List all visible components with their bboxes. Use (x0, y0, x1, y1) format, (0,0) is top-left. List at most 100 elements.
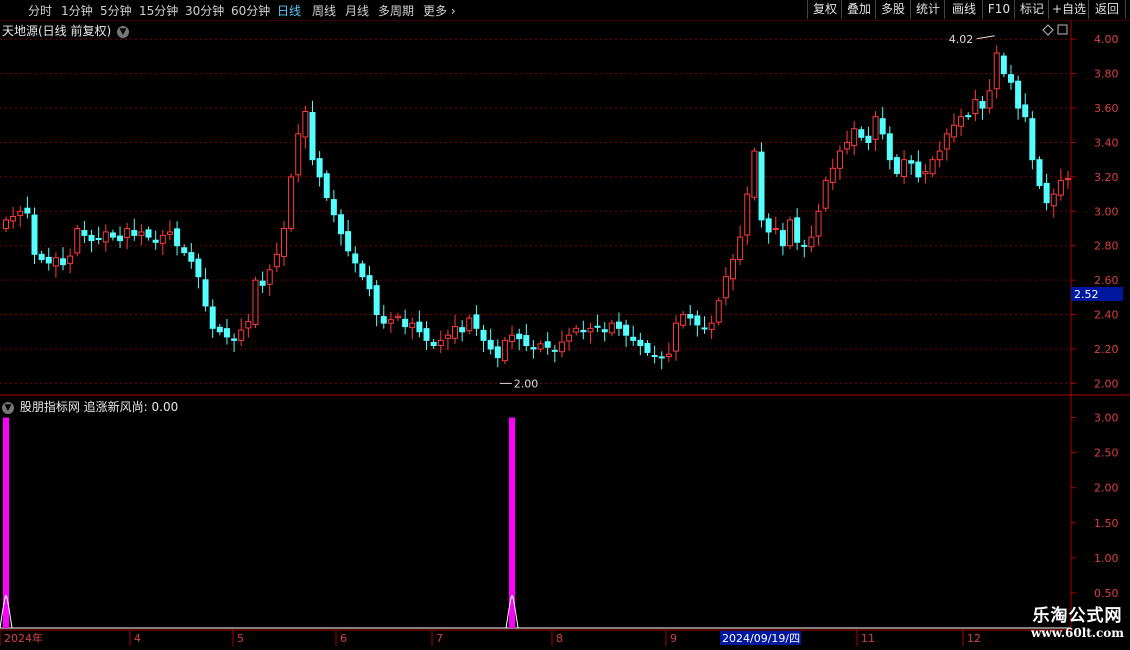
candle-body (88, 234, 95, 242)
candle-body (423, 328, 430, 341)
candle-body (38, 253, 45, 260)
chevron-right-icon: › (450, 4, 456, 18)
y-tick-label: 4.00 (1094, 33, 1119, 46)
candle-body (345, 231, 352, 252)
candle-body (815, 210, 822, 237)
candle-body (922, 171, 929, 175)
period-tab-daily[interactable]: 日线 (277, 2, 301, 19)
chevron-down-icon[interactable]: ▼ (2, 401, 14, 414)
candle-body (473, 314, 480, 329)
statistics-button[interactable]: 统计 (910, 0, 945, 19)
period-tab-fenshi[interactable]: 分时 (28, 2, 52, 19)
high-price-label: 4.02 (949, 33, 974, 46)
candle-body (715, 300, 722, 323)
candle-body (216, 326, 223, 333)
candle-body (452, 326, 459, 339)
back-button[interactable]: 返回 (1088, 0, 1126, 19)
candle-body (836, 150, 843, 169)
indicator-tick-label: 3.00 (1094, 412, 1119, 425)
candle-body (623, 324, 630, 336)
candle-body (722, 276, 729, 299)
candle-body (387, 319, 394, 324)
square-icon[interactable] (1057, 24, 1068, 35)
candle-body (744, 193, 751, 236)
candle-body (580, 329, 587, 333)
period-tab-more[interactable]: 更多 › (423, 2, 456, 19)
candle-body (651, 355, 658, 358)
candle-body (829, 167, 836, 183)
candle-body (1050, 193, 1057, 207)
candle-body (672, 322, 679, 352)
cursor-date-box (720, 631, 801, 645)
candle-body (986, 90, 993, 109)
candle-body (801, 244, 808, 247)
period-toolbar: 分时 1分钟 5分钟 15分钟 30分钟 60分钟 日线 周线 月线 多周期 更… (0, 0, 1130, 21)
candle-body (273, 253, 280, 268)
diamond-icon[interactable] (1042, 24, 1054, 36)
candle-body (808, 236, 815, 248)
f10-button[interactable]: F10 (982, 0, 1015, 19)
watermark-logo: 乐淘公式网 www.60lt.com (1031, 601, 1124, 640)
candle-body (67, 255, 74, 265)
restore-rights-button[interactable]: 复权 (807, 0, 842, 19)
y-tick-label: 2.40 (1094, 309, 1119, 322)
mark-button[interactable]: 标记 (1014, 0, 1049, 19)
chevron-down-icon[interactable]: ▼ (117, 25, 130, 38)
period-tab-multi[interactable]: 多周期 (378, 2, 414, 19)
candle-body (60, 258, 67, 266)
candle-body (302, 110, 309, 138)
period-tab-60min[interactable]: 60分钟 (231, 2, 270, 19)
period-tab-5min[interactable]: 5分钟 (100, 2, 132, 19)
indicator-tick-label: 2.00 (1094, 482, 1119, 495)
price-chart[interactable]: 4.00 3.80 3.60 3.40 3.20 3.00 2.80 2.60 2.40 2.20… (0, 0, 1130, 650)
period-tab-1min[interactable]: 1分钟 (61, 2, 93, 19)
candle-body (280, 228, 287, 257)
time-tick-label: 4 (134, 632, 141, 645)
cursor-date-label: 2024/09/19/四 (722, 632, 800, 645)
candle-body (323, 173, 330, 199)
candle-body (794, 217, 801, 243)
add-watchlist-button[interactable]: +自选 (1048, 0, 1089, 19)
y-tick-label: 3.80 (1094, 68, 1119, 81)
main-chart-title[interactable]: 天地源(日线 前复权) ▼ (2, 22, 130, 39)
period-tab-weekly[interactable]: 周线 (312, 2, 336, 19)
candle-body (1036, 159, 1043, 186)
candle-body (822, 179, 829, 209)
candle-body (594, 325, 601, 328)
candle-body (573, 327, 580, 333)
period-tab-30min[interactable]: 30分钟 (185, 2, 224, 19)
candle-body (109, 232, 116, 238)
candle-body (658, 356, 665, 359)
candle-body (844, 141, 851, 150)
indicator-title[interactable]: ▼ 股朋指标网 追涨新风尚: 0.00 (2, 398, 178, 415)
time-tick-label: 7 (436, 632, 443, 645)
y-tick-label: 2.00 (1094, 377, 1119, 390)
candle-body (530, 347, 537, 350)
candle-body (1065, 178, 1071, 181)
candle-body (166, 231, 173, 235)
candle-body (117, 235, 124, 242)
candle-body (181, 247, 188, 254)
candle-body (893, 157, 900, 174)
indicator-curve (505, 595, 519, 629)
multi-stock-button[interactable]: 多股 (875, 0, 910, 19)
candle-body (430, 341, 437, 347)
period-tab-monthly[interactable]: 月线 (345, 2, 369, 19)
candle-body (223, 328, 230, 338)
candle-body (865, 135, 872, 143)
candle-body (915, 161, 922, 178)
candle-body (601, 329, 608, 333)
current-price-label: 2.52 (1074, 288, 1099, 301)
draw-line-button[interactable]: 画线 (944, 0, 983, 19)
overlay-button[interactable]: 叠加 (841, 0, 876, 19)
y-tick-label: 2.80 (1094, 240, 1119, 253)
period-tab-15min[interactable]: 15分钟 (139, 2, 178, 19)
candle-body (259, 280, 266, 286)
candle-body (694, 315, 701, 326)
candle-body (95, 237, 102, 240)
candle-body (1029, 118, 1036, 161)
candle-body (665, 353, 672, 358)
candle-body (758, 151, 765, 221)
candle-body (737, 236, 744, 260)
current-price-box (1071, 286, 1123, 301)
